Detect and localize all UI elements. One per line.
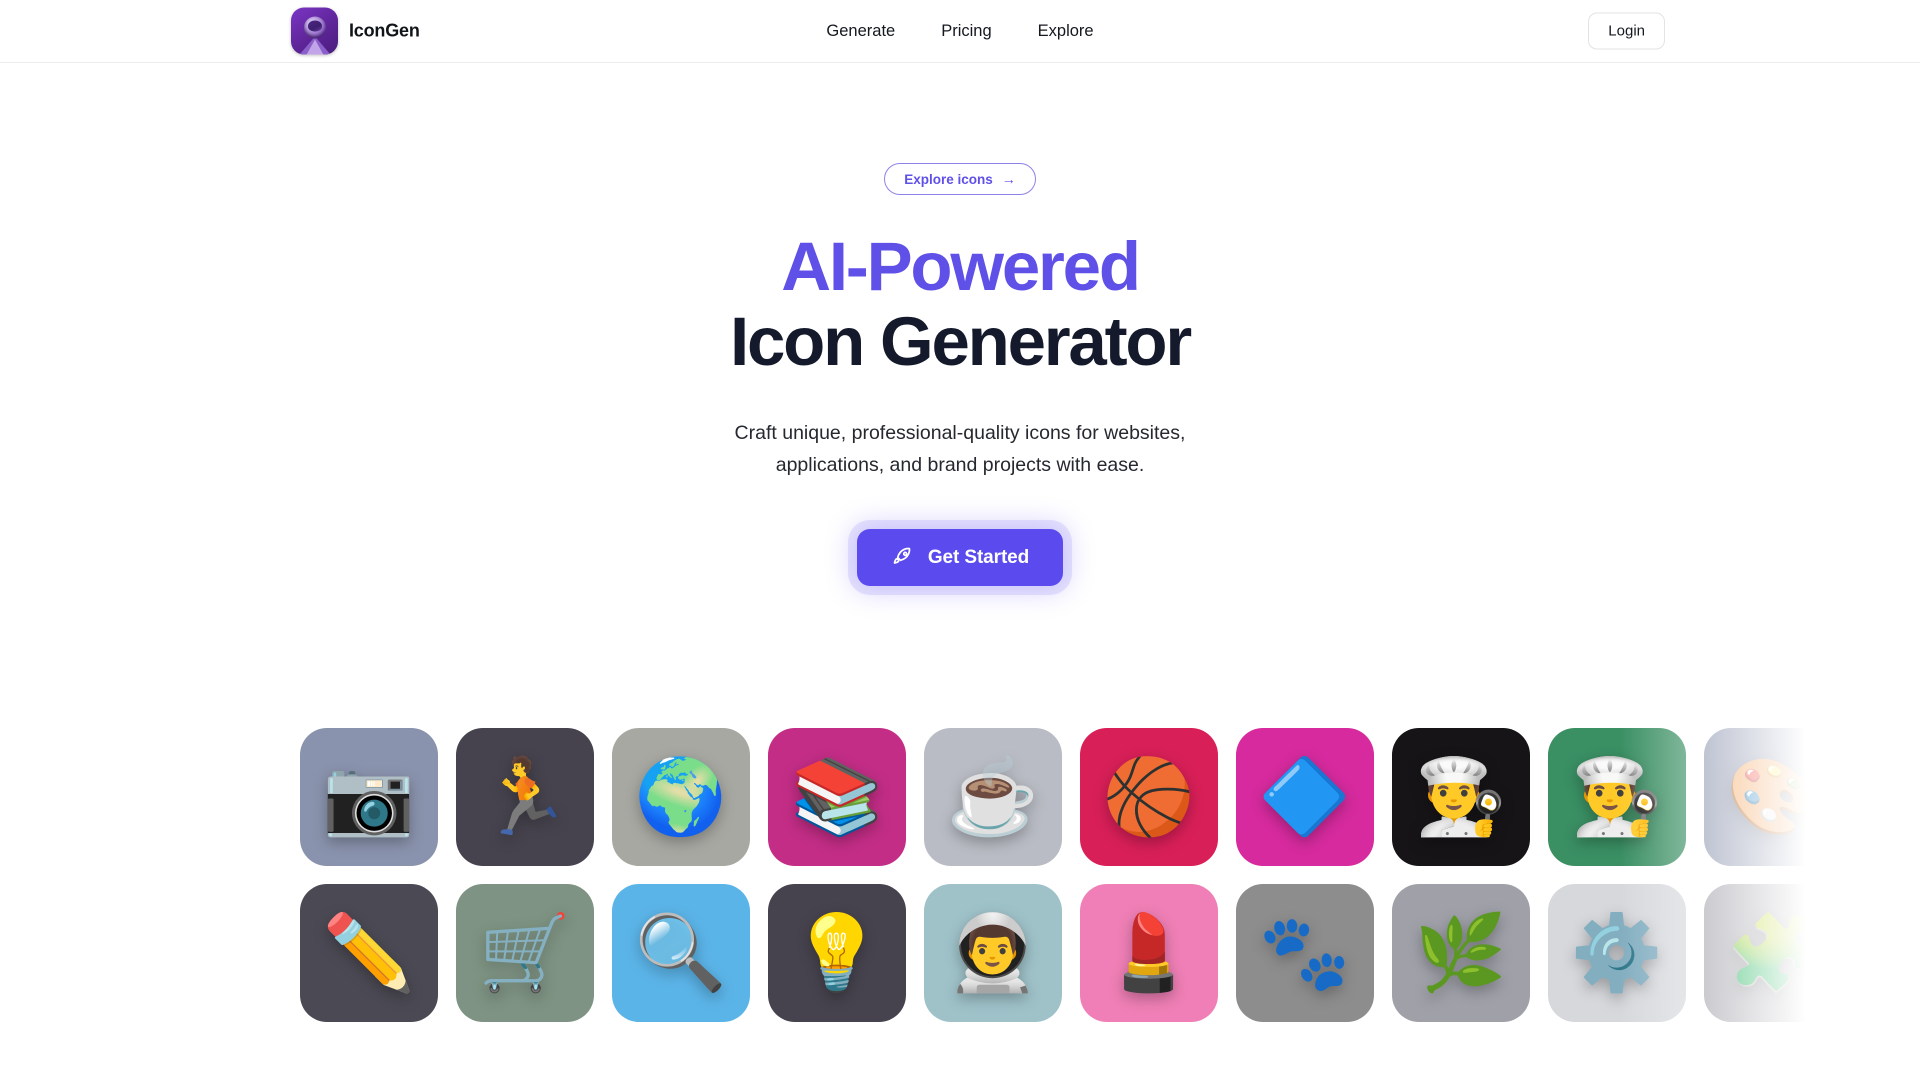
icon-tile[interactable]: 🐾 <box>1236 884 1374 1022</box>
grid-tile-overflow: 🧩 <box>1726 911 1820 994</box>
site-header: IconGen Generate Pricing Explore Login <box>0 0 1920 63</box>
brand-name: IconGen <box>349 20 420 41</box>
icon-tile[interactable]: 🌿 <box>1392 884 1530 1022</box>
runner-icon: 🏃 <box>478 755 572 838</box>
icon-tile[interactable]: ✏️ <box>300 884 438 1022</box>
nav-link-explore[interactable]: Explore <box>1038 22 1094 41</box>
page-title: AI-Powered Icon Generator <box>0 228 1920 380</box>
globe-icon: 🌍 <box>634 755 728 838</box>
chef-green-icon: 👨‍🍳 <box>1570 755 1664 838</box>
main-nav: Generate Pricing Explore <box>826 22 1093 41</box>
icon-tile[interactable]: ⚙️ <box>1548 884 1686 1022</box>
gears-icon: ⚙️ <box>1570 911 1664 994</box>
nav-link-pricing[interactable]: Pricing <box>941 22 991 41</box>
login-button[interactable]: Login <box>1588 12 1665 50</box>
astronaut-icon: 👨‍🚀 <box>946 911 1040 994</box>
icon-tile[interactable]: 🏃 <box>456 728 594 866</box>
hero-section: Explore icons → AI-Powered Icon Generato… <box>0 63 1920 587</box>
coffee-cup-icon: ☕ <box>946 755 1040 838</box>
icon-tile[interactable]: 📷 <box>300 728 438 866</box>
hero-subtitle: Craft unique, professional-quality icons… <box>0 417 1920 481</box>
paw-print-icon: 🐾 <box>1258 911 1352 994</box>
icon-gallery-grid: 📷 🏃 🌍 📚 ☕ 🏀 🔷 👨‍🍳 👨‍🍳 🎨 ✏️ 🛒 🔍 💡 👨‍🚀 💄 🐾 🌿 ⚙️ 🧩 <box>300 728 1842 1022</box>
icon-tile[interactable]: 🏀 <box>1080 728 1218 866</box>
leaf-icon: 🌿 <box>1414 911 1508 994</box>
icon-tile[interactable]: 💡 <box>768 884 906 1022</box>
nav-link-generate[interactable]: Generate <box>826 22 895 41</box>
grid-tile-overflow: 🎨 <box>1726 755 1820 838</box>
hero-subtitle-line-1: Craft unique, professional-quality icons… <box>734 422 1186 445</box>
get-started-button[interactable]: Get Started <box>856 529 1064 587</box>
light-bulb-icon: 💡 <box>790 911 884 994</box>
cta-wrapper: Get Started <box>0 529 1920 587</box>
hero-subtitle-line-2: applications, and brand projects with ea… <box>775 454 1145 477</box>
icon-tile[interactable]: 🧩 <box>1704 884 1842 1022</box>
icon-tile[interactable]: 🔍 <box>612 884 750 1022</box>
icon-tile[interactable]: 🎨 <box>1704 728 1842 866</box>
explore-icons-badge-label: Explore icons <box>904 171 993 187</box>
shopping-cart-icon: 🛒 <box>478 911 572 994</box>
astronaut-logo-icon <box>291 7 338 55</box>
icon-tile[interactable]: 🛒 <box>456 884 594 1022</box>
rocket-icon <box>891 546 914 569</box>
icon-tile[interactable]: 🌍 <box>612 728 750 866</box>
arrow-right-icon: → <box>1001 171 1016 187</box>
magnifier-icon: 🔍 <box>634 911 728 994</box>
brand-logo-link[interactable]: IconGen <box>291 7 420 55</box>
chef-dark-icon: 👨‍🍳 <box>1414 755 1508 838</box>
cube-3d-icon: 🔷 <box>1258 755 1352 838</box>
books-icon: 📚 <box>790 755 884 838</box>
headline-line-1: AI-Powered <box>781 228 1141 305</box>
sports-jerseys-icon: 🏀 <box>1102 755 1196 838</box>
icon-tile[interactable]: 👨‍🚀 <box>924 884 1062 1022</box>
icon-tile[interactable]: 👨‍🍳 <box>1548 728 1686 866</box>
icon-tile[interactable]: 📚 <box>768 728 906 866</box>
icon-tile[interactable]: 🔷 <box>1236 728 1374 866</box>
explore-icons-badge[interactable]: Explore icons → <box>884 163 1036 195</box>
icon-tile[interactable]: 👨‍🍳 <box>1392 728 1530 866</box>
headline-line-2: Icon Generator <box>730 302 1192 380</box>
get-started-button-label: Get Started <box>927 546 1030 568</box>
camera-icon: 📷 <box>322 755 416 838</box>
pencils-icon: ✏️ <box>322 911 416 994</box>
icon-tile[interactable]: 💄 <box>1080 884 1218 1022</box>
icon-gallery: 📷 🏃 🌍 📚 ☕ 🏀 🔷 👨‍🍳 👨‍🍳 🎨 ✏️ 🛒 🔍 💡 👨‍🚀 💄 🐾 🌿 ⚙️ 🧩 <box>0 728 1920 1080</box>
lipstick-icon: 💄 <box>1102 911 1196 994</box>
icon-tile[interactable]: ☕ <box>924 728 1062 866</box>
